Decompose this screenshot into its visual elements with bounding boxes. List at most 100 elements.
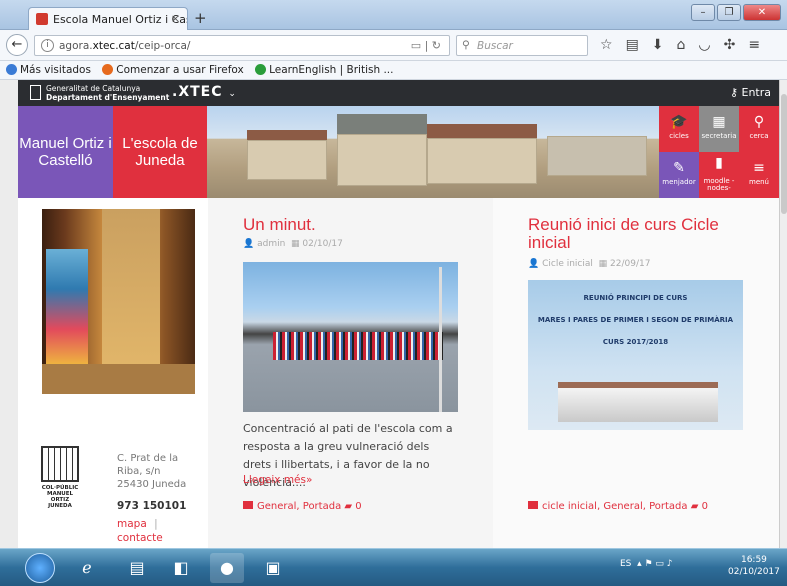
user-icon: 👤 [243, 239, 255, 249]
tab-title: Escola Manuel Ortiz i Castelló [53, 13, 187, 26]
tile-moodle[interactable]: ▮ moodle -nodes- [699, 152, 739, 198]
school-building-icon [41, 446, 79, 482]
school-info-column: COL·PÚBLIC MANUEL ORTIZ JUNEDA C. Prat d… [18, 198, 208, 548]
post-title[interactable]: Un minut. [243, 216, 316, 234]
hallway-photo [42, 209, 195, 394]
contact-link[interactable]: contacte [117, 532, 163, 544]
school-name-block[interactable]: Manuel Ortiz i Castelló [18, 106, 113, 198]
tile-cicles[interactable]: 🎓 cicles [659, 106, 699, 152]
download-icon[interactable]: ⬇ [652, 37, 664, 53]
comment-icon: ▰ [344, 501, 353, 512]
windows-taskbar: ℯ ▤ ◧ ● ▣ ES ▴ ⚑ ▭ ♪ 16:59 02/10/2017 [0, 548, 787, 586]
vertical-scrollbar[interactable] [779, 80, 787, 548]
read-more-link[interactable]: Llegeix més» [243, 474, 312, 486]
start-button[interactable] [25, 553, 55, 583]
web-page: Generalitat de Catalunya Departament d'E… [18, 80, 779, 548]
user-icon: 👤 [528, 259, 540, 269]
post-card: Un minut. 👤 admin ▦ 02/10/17 Concentraci… [208, 198, 493, 548]
firefox-taskbar-icon[interactable]: ● [210, 553, 244, 583]
menu-icon[interactable]: ≡ [748, 37, 760, 53]
map-link-row: mapa | [117, 518, 158, 530]
school-logo: COL·PÚBLIC MANUEL ORTIZ JUNEDA [38, 446, 82, 531]
page-gutter [0, 80, 18, 548]
login-link[interactable]: ⚷ Entra [730, 86, 771, 99]
extension-icon[interactable]: ✣ [724, 37, 736, 53]
menu-icon: ≡ [753, 160, 765, 176]
ie-icon[interactable]: ℯ [70, 553, 104, 583]
post-photo[interactable] [243, 262, 458, 412]
calendar-icon: ▦ [598, 259, 608, 269]
post-categories: General, Portada ▰ 0 [243, 501, 362, 512]
graduation-cap-icon: 🎓 [670, 114, 688, 130]
kitchen-icon: ✎ [673, 160, 685, 176]
home-icon[interactable]: ⌂ [677, 37, 686, 53]
learnenglish-icon [255, 64, 267, 75]
bookmark-star-icon[interactable]: ☆ [600, 37, 613, 53]
separator: | [154, 518, 158, 530]
bookmark-most-visited[interactable]: Más visitados [6, 64, 91, 76]
map-link[interactable]: mapa [117, 518, 147, 530]
maximize-button[interactable]: ❐ [717, 4, 741, 21]
reader-icon[interactable]: ▤ [626, 37, 639, 53]
url-path: /ceip-orca/ [134, 40, 191, 52]
gencat-line2: Departament d'Ensenyament [46, 93, 170, 102]
presentation-icon: ▦ [712, 114, 726, 130]
outlook-icon[interactable]: ◧ [164, 553, 198, 583]
tab-close-icon[interactable]: × [171, 12, 180, 25]
url-host: xtec.cat [92, 40, 135, 52]
folder-icon [243, 501, 253, 509]
quick-tiles: 🎓 cicles ▦ secretaria ⚲ cerca ✎ menjador ▮ mo… [659, 106, 779, 198]
new-tab-button[interactable]: + [194, 9, 207, 27]
site-top-bar: Generalitat de Catalunya Departament d'E… [18, 80, 779, 106]
post-title[interactable]: Reunió inici de curs Cicle inicial [528, 216, 743, 252]
reload-icon[interactable]: ▭ | ↻ [411, 39, 441, 52]
gencat-line1: Generalitat de Catalunya [46, 84, 141, 93]
school-building-illustration [558, 382, 718, 422]
pocket-icon[interactable]: ◡ [698, 37, 710, 53]
bookmark-firefox[interactable]: Comenzar a usar Firefox [102, 64, 244, 76]
post-meta: 👤 Cicle inicial ▦ 22/09/17 [528, 259, 651, 269]
post-card: Reunió inici de curs Cicle inicial 👤 Cic… [493, 198, 779, 548]
school-banner-photo [207, 106, 659, 198]
post-categories: cicle inicial, General, Portada ▰ 0 [528, 501, 708, 512]
firefox-icon [102, 64, 114, 75]
folder-icon [528, 501, 538, 509]
search-icon: ⚲ [462, 39, 470, 51]
tile-cerca[interactable]: ⚲ cerca [739, 106, 779, 152]
toolbar-icons: ☆ ▤ ⬇ ⌂ ◡ ✣ ≡ [600, 37, 760, 53]
close-window-button[interactable]: ✕ [743, 4, 781, 21]
clock[interactable]: 16:59 02/10/2017 [728, 554, 780, 578]
key-icon: ⚷ [729, 86, 738, 99]
favicon-icon [36, 13, 48, 25]
navigation-bar: ← i agora.xtec.cat/ceip-orca/ ▭ | ↻ ⚲ Bu… [0, 30, 787, 61]
meeting-poster[interactable]: REUNIÓ PRINCIPI DE CURS MARES I PARES DE… [528, 280, 743, 430]
school-phone: 973 150101 [117, 500, 187, 512]
browser-window: Escola Manuel Ortiz i Castelló × + – ❐ ✕… [0, 0, 787, 586]
language-indicator[interactable]: ES [620, 559, 631, 569]
book-icon: ▮ [715, 155, 723, 171]
school-subtitle-block[interactable]: L'escola de Juneda [113, 106, 207, 198]
comment-icon: ▰ [690, 501, 699, 512]
search-input[interactable]: ⚲ Buscar [456, 35, 588, 56]
address-bar[interactable]: i agora.xtec.cat/ceip-orca/ ▭ | ↻ [34, 35, 450, 56]
site-header: Manuel Ortiz i Castelló L'escola de June… [18, 106, 779, 198]
tile-secretaria[interactable]: ▦ secretaria [699, 106, 739, 152]
info-icon[interactable]: i [41, 39, 54, 52]
logo-text: JUNEDA [48, 503, 72, 509]
scrollbar-thumb[interactable] [781, 94, 787, 214]
url-prefix: agora. [59, 40, 93, 52]
bookmark-learnenglish[interactable]: LearnEnglish | British ... [255, 64, 393, 76]
bookmarks-bar: Más visitados Comenzar a usar Firefox Le… [0, 61, 787, 80]
title-bar: Escola Manuel Ortiz i Castelló × + – ❐ ✕ [0, 0, 787, 30]
tile-menjador[interactable]: ✎ menjador [659, 152, 699, 198]
main-content: COL·PÚBLIC MANUEL ORTIZ JUNEDA C. Prat d… [18, 198, 779, 548]
xtec-logo[interactable]: .XTEC ⌄ [172, 84, 237, 100]
logo-text: MANUEL ORTIZ [46, 491, 74, 503]
back-button[interactable]: ← [6, 34, 28, 56]
browser-tab[interactable]: Escola Manuel Ortiz i Castelló × [28, 7, 188, 30]
tile-menu[interactable]: ≡ menú [739, 152, 779, 198]
minimize-button[interactable]: – [691, 4, 715, 21]
system-tray: ES ▴ ⚑ ▭ ♪ [620, 559, 673, 569]
explorer-icon[interactable]: ▤ [120, 553, 154, 583]
app-icon[interactable]: ▣ [256, 553, 290, 583]
